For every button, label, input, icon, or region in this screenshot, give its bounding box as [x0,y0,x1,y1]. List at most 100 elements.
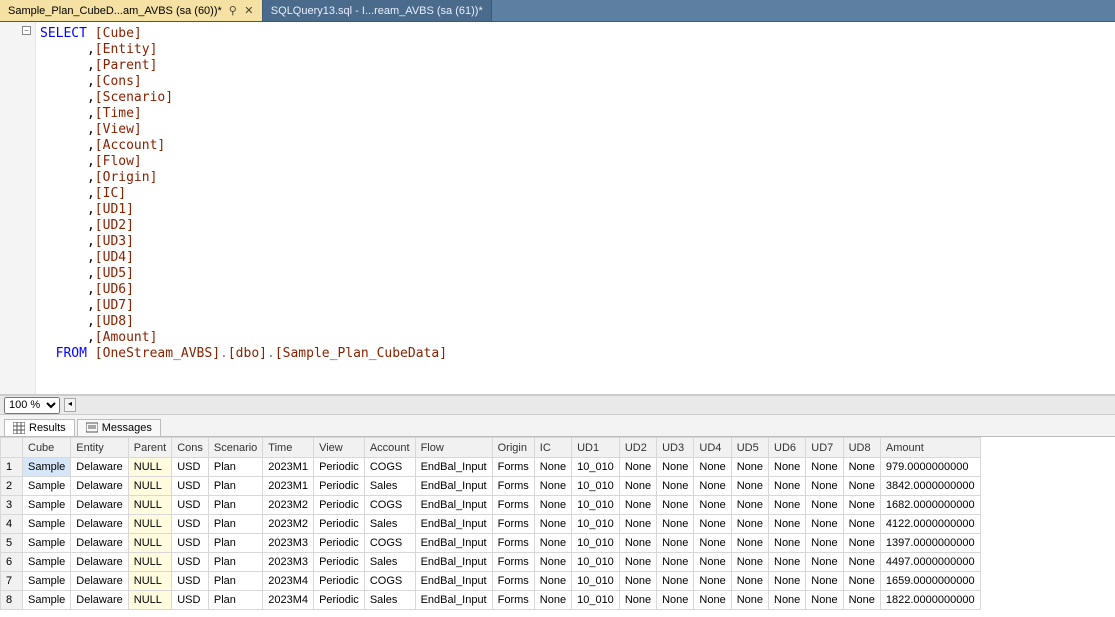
cell[interactable]: Forms [492,496,534,515]
cell[interactable]: Forms [492,591,534,610]
cell[interactable]: None [657,477,694,496]
cell[interactable]: None [843,477,880,496]
cell[interactable]: Sample [23,534,71,553]
cell[interactable]: Delaware [71,591,128,610]
cell[interactable]: COGS [364,572,415,591]
cell[interactable]: None [769,553,806,572]
cell[interactable]: None [657,458,694,477]
cell[interactable]: None [731,515,768,534]
cell[interactable]: Delaware [71,572,128,591]
cell[interactable]: Forms [492,534,534,553]
tab-messages[interactable]: Messages [77,419,161,436]
cell[interactable]: 10_010 [572,515,620,534]
cell[interactable]: None [619,477,656,496]
table-row[interactable]: 3SampleDelawareNULLUSDPlan2023M2Periodic… [1,496,981,515]
cell[interactable]: 2023M2 [263,515,314,534]
cell[interactable]: Sample [23,496,71,515]
column-header[interactable]: View [314,438,365,458]
tab-results[interactable]: Results [4,419,75,436]
cell[interactable]: EndBal_Input [415,553,492,572]
cell[interactable]: Plan [208,496,262,515]
cell[interactable]: Sales [364,477,415,496]
column-header[interactable]: UD6 [769,438,806,458]
cell[interactable]: 2023M1 [263,458,314,477]
cell[interactable]: None [534,458,571,477]
cell[interactable]: 10_010 [572,496,620,515]
cell[interactable]: None [843,553,880,572]
column-header[interactable] [1,438,23,458]
cell[interactable]: None [806,534,843,553]
cell[interactable]: COGS [364,458,415,477]
table-row[interactable]: 6SampleDelawareNULLUSDPlan2023M3Periodic… [1,553,981,572]
cell[interactable]: Delaware [71,515,128,534]
cell[interactable]: None [657,572,694,591]
cell[interactable]: None [731,534,768,553]
cell[interactable]: Plan [208,534,262,553]
cell[interactable]: 979.0000000000 [880,458,980,477]
fold-icon[interactable]: − [22,26,31,35]
cell[interactable]: None [619,534,656,553]
cell[interactable]: Delaware [71,477,128,496]
cell[interactable]: Periodic [314,572,365,591]
cell[interactable]: Forms [492,572,534,591]
cell[interactable]: Periodic [314,553,365,572]
cell[interactable]: None [731,477,768,496]
cell[interactable]: Sales [364,515,415,534]
cell[interactable]: None [769,515,806,534]
cell[interactable]: 3842.0000000000 [880,477,980,496]
cell[interactable]: 1659.0000000000 [880,572,980,591]
cell[interactable]: Delaware [71,553,128,572]
cell[interactable]: None [843,458,880,477]
column-header[interactable]: Cube [23,438,71,458]
cell[interactable]: None [534,496,571,515]
cell[interactable]: None [534,534,571,553]
cell[interactable]: None [806,572,843,591]
cell[interactable]: USD [172,496,209,515]
cell[interactable]: None [843,591,880,610]
cell[interactable]: None [806,458,843,477]
column-header[interactable]: UD2 [619,438,656,458]
cell[interactable]: EndBal_Input [415,591,492,610]
zoom-select[interactable]: 100 % [4,397,60,414]
cell[interactable]: None [731,553,768,572]
cell[interactable]: None [619,458,656,477]
table-row[interactable]: 5SampleDelawareNULLUSDPlan2023M3Periodic… [1,534,981,553]
cell[interactable]: None [619,591,656,610]
column-header[interactable]: Account [364,438,415,458]
cell[interactable]: EndBal_Input [415,515,492,534]
cell[interactable]: None [694,553,731,572]
cell[interactable]: 2023M1 [263,477,314,496]
cell[interactable]: None [843,572,880,591]
cell[interactable]: None [769,458,806,477]
cell[interactable]: None [694,477,731,496]
cell[interactable]: Sales [364,553,415,572]
cell[interactable]: NULL [128,591,171,610]
cell[interactable]: None [694,515,731,534]
column-header[interactable]: Flow [415,438,492,458]
cell[interactable]: Periodic [314,458,365,477]
cell[interactable]: None [534,591,571,610]
column-header[interactable]: UD8 [843,438,880,458]
cell[interactable]: USD [172,553,209,572]
cell[interactable]: None [657,496,694,515]
cell[interactable]: USD [172,591,209,610]
cell[interactable]: None [769,477,806,496]
cell[interactable]: COGS [364,534,415,553]
close-icon[interactable]: ✕ [244,4,254,17]
cell[interactable]: Periodic [314,534,365,553]
cell[interactable]: 1822.0000000000 [880,591,980,610]
cell[interactable]: None [806,477,843,496]
cell[interactable]: Sample [23,591,71,610]
pin-icon[interactable]: ⚲ [228,4,238,17]
table-row[interactable]: 2SampleDelawareNULLUSDPlan2023M1Periodic… [1,477,981,496]
cell[interactable]: Periodic [314,515,365,534]
cell[interactable]: COGS [364,496,415,515]
column-header[interactable]: UD7 [806,438,843,458]
cell[interactable]: 1397.0000000000 [880,534,980,553]
cell[interactable]: None [619,496,656,515]
cell[interactable]: None [657,553,694,572]
cell[interactable]: Delaware [71,496,128,515]
cell[interactable]: None [731,458,768,477]
cell[interactable]: NULL [128,572,171,591]
cell[interactable]: None [694,534,731,553]
